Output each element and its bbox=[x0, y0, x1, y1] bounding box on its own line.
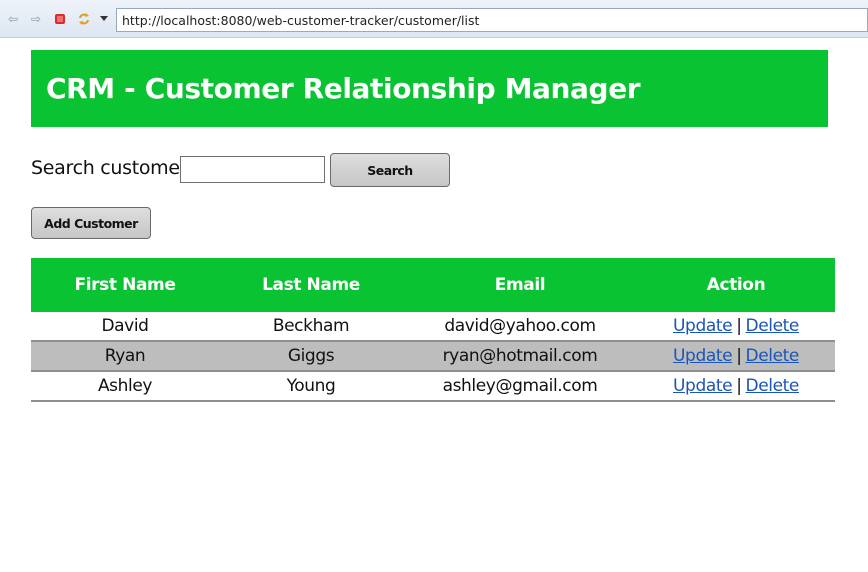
table-header-row: First Name Last Name Email Action bbox=[31, 258, 835, 312]
search-button[interactable]: Search bbox=[330, 153, 450, 187]
page-header: CRM - Customer Relationship Manager bbox=[31, 50, 828, 127]
dropdown-arrow-icon[interactable] bbox=[97, 12, 111, 26]
action-separator: | bbox=[736, 316, 742, 336]
add-customer-button[interactable]: Add Customer bbox=[31, 207, 151, 239]
action-cell: Update | Delete bbox=[637, 371, 835, 402]
first-name-cell: David bbox=[31, 312, 219, 342]
customer-table: First Name Last Name Email Action David … bbox=[31, 258, 835, 402]
table-row: Ashley Young ashley@gmail.com Update | Del… bbox=[31, 371, 835, 402]
table-row: David Beckham david@yahoo.com Update | Del… bbox=[31, 312, 835, 342]
page-title: CRM - Customer Relationship Manager bbox=[46, 72, 641, 105]
column-header-email: Email bbox=[403, 258, 637, 312]
column-header-action: Action bbox=[637, 258, 835, 312]
refresh-icon[interactable] bbox=[77, 12, 91, 26]
action-cell: Update | Delete bbox=[637, 341, 835, 372]
first-name-cell: Ashley bbox=[31, 371, 219, 402]
address-bar[interactable] bbox=[116, 8, 868, 32]
first-name-cell: Ryan bbox=[31, 341, 219, 372]
update-link[interactable]: Update bbox=[673, 376, 733, 396]
last-name-cell: Beckham bbox=[219, 312, 403, 342]
table-row: Ryan Giggs ryan@hotmail.com Update | Delet… bbox=[31, 341, 835, 372]
last-name-cell: Giggs bbox=[219, 341, 403, 372]
column-header-first-name: First Name bbox=[31, 258, 219, 312]
action-cell: Update | Delete bbox=[637, 312, 835, 342]
action-separator: | bbox=[736, 346, 742, 366]
back-icon[interactable]: ⇦ bbox=[6, 12, 20, 26]
update-link[interactable]: Update bbox=[673, 346, 733, 366]
update-link[interactable]: Update bbox=[673, 316, 733, 336]
stop-icon[interactable] bbox=[53, 12, 67, 26]
delete-link[interactable]: Delete bbox=[746, 316, 800, 336]
column-header-last-name: Last Name bbox=[219, 258, 403, 312]
email-cell: david@yahoo.com bbox=[403, 312, 637, 342]
email-cell: ryan@hotmail.com bbox=[403, 341, 637, 372]
browser-toolbar: ⇦ ⇨ bbox=[0, 0, 868, 38]
delete-link[interactable]: Delete bbox=[746, 346, 800, 366]
search-input[interactable] bbox=[180, 156, 325, 183]
delete-link[interactable]: Delete bbox=[746, 376, 800, 396]
email-cell: ashley@gmail.com bbox=[403, 371, 637, 402]
last-name-cell: Young bbox=[219, 371, 403, 402]
search-label: Search customer: bbox=[31, 157, 194, 179]
forward-icon[interactable]: ⇨ bbox=[29, 12, 43, 26]
action-separator: | bbox=[736, 376, 742, 396]
